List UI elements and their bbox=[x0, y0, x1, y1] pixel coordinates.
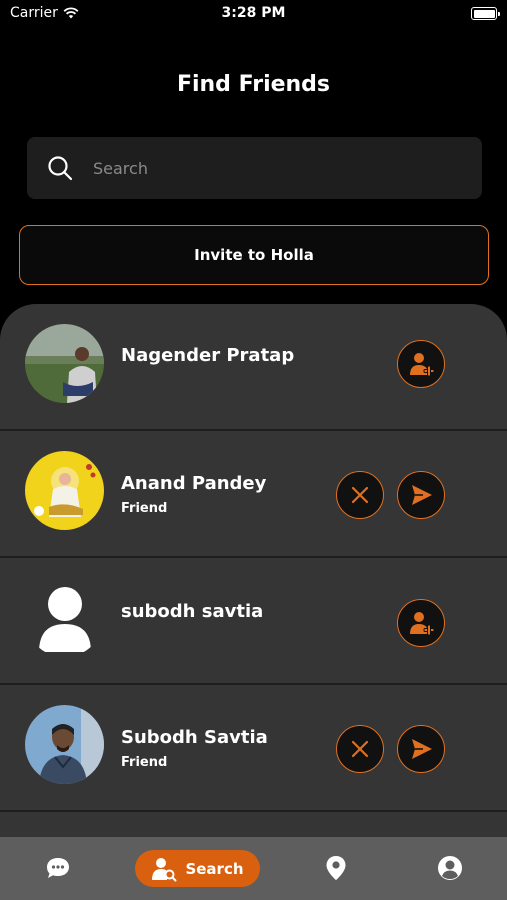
search-bar[interactable] bbox=[27, 137, 482, 199]
avatar bbox=[25, 578, 104, 657]
tab-profile[interactable] bbox=[433, 851, 467, 885]
avatar bbox=[25, 705, 104, 784]
profile-icon bbox=[438, 856, 462, 880]
tab-search[interactable]: Search bbox=[135, 850, 260, 887]
friend-name: Subodh Savtia bbox=[121, 727, 268, 748]
list-item[interactable]: Subodh Savtia Friend bbox=[0, 685, 507, 812]
search-user-icon bbox=[152, 857, 177, 881]
list-item[interactable]: Anand Pandey Friend bbox=[0, 431, 507, 558]
send-icon bbox=[412, 739, 432, 759]
friend-name: Nagender Pratap bbox=[121, 345, 295, 366]
page-title: Find Friends bbox=[176, 72, 331, 97]
invite-button-label: Invite to Holla bbox=[194, 246, 314, 264]
location-pin-icon bbox=[326, 856, 346, 880]
avatar bbox=[25, 451, 104, 530]
status-time: 3:28 PM bbox=[221, 5, 286, 21]
close-icon bbox=[351, 740, 369, 758]
friend-name: subodh savtia bbox=[121, 601, 264, 622]
chat-bubble-icon bbox=[47, 858, 69, 878]
friend-name: Anand Pandey bbox=[121, 473, 267, 494]
close-icon bbox=[351, 486, 369, 504]
list-item[interactable]: subodh savtia bbox=[0, 558, 507, 685]
friend-status: Friend bbox=[121, 755, 168, 770]
avatar bbox=[25, 324, 104, 403]
send-icon bbox=[412, 485, 432, 505]
search-icon bbox=[48, 156, 73, 181]
tab-bar: Search bbox=[0, 837, 507, 900]
list-item[interactable]: Nagender Pratap bbox=[0, 304, 507, 431]
status-bar: Carrier 3:28 PM bbox=[0, 0, 507, 28]
invite-button[interactable]: Invite to Holla bbox=[19, 225, 489, 285]
tab-chats[interactable] bbox=[41, 851, 75, 885]
user-silhouette-icon bbox=[39, 587, 91, 652]
add-user-icon bbox=[410, 353, 435, 377]
add-friend-button[interactable] bbox=[397, 340, 445, 388]
add-friend-button[interactable] bbox=[397, 599, 445, 647]
send-message-button[interactable] bbox=[397, 471, 445, 519]
friends-list[interactable]: Nagender Pratap Anand Pandey Friend subo… bbox=[0, 304, 507, 837]
add-user-icon bbox=[410, 612, 435, 636]
tab-map[interactable] bbox=[319, 851, 353, 885]
search-input[interactable] bbox=[93, 158, 453, 178]
remove-friend-button[interactable] bbox=[336, 471, 384, 519]
tab-search-label: Search bbox=[185, 859, 244, 878]
send-message-button[interactable] bbox=[397, 725, 445, 773]
remove-friend-button[interactable] bbox=[336, 725, 384, 773]
battery-icon bbox=[471, 7, 500, 20]
friend-status: Friend bbox=[121, 501, 168, 516]
